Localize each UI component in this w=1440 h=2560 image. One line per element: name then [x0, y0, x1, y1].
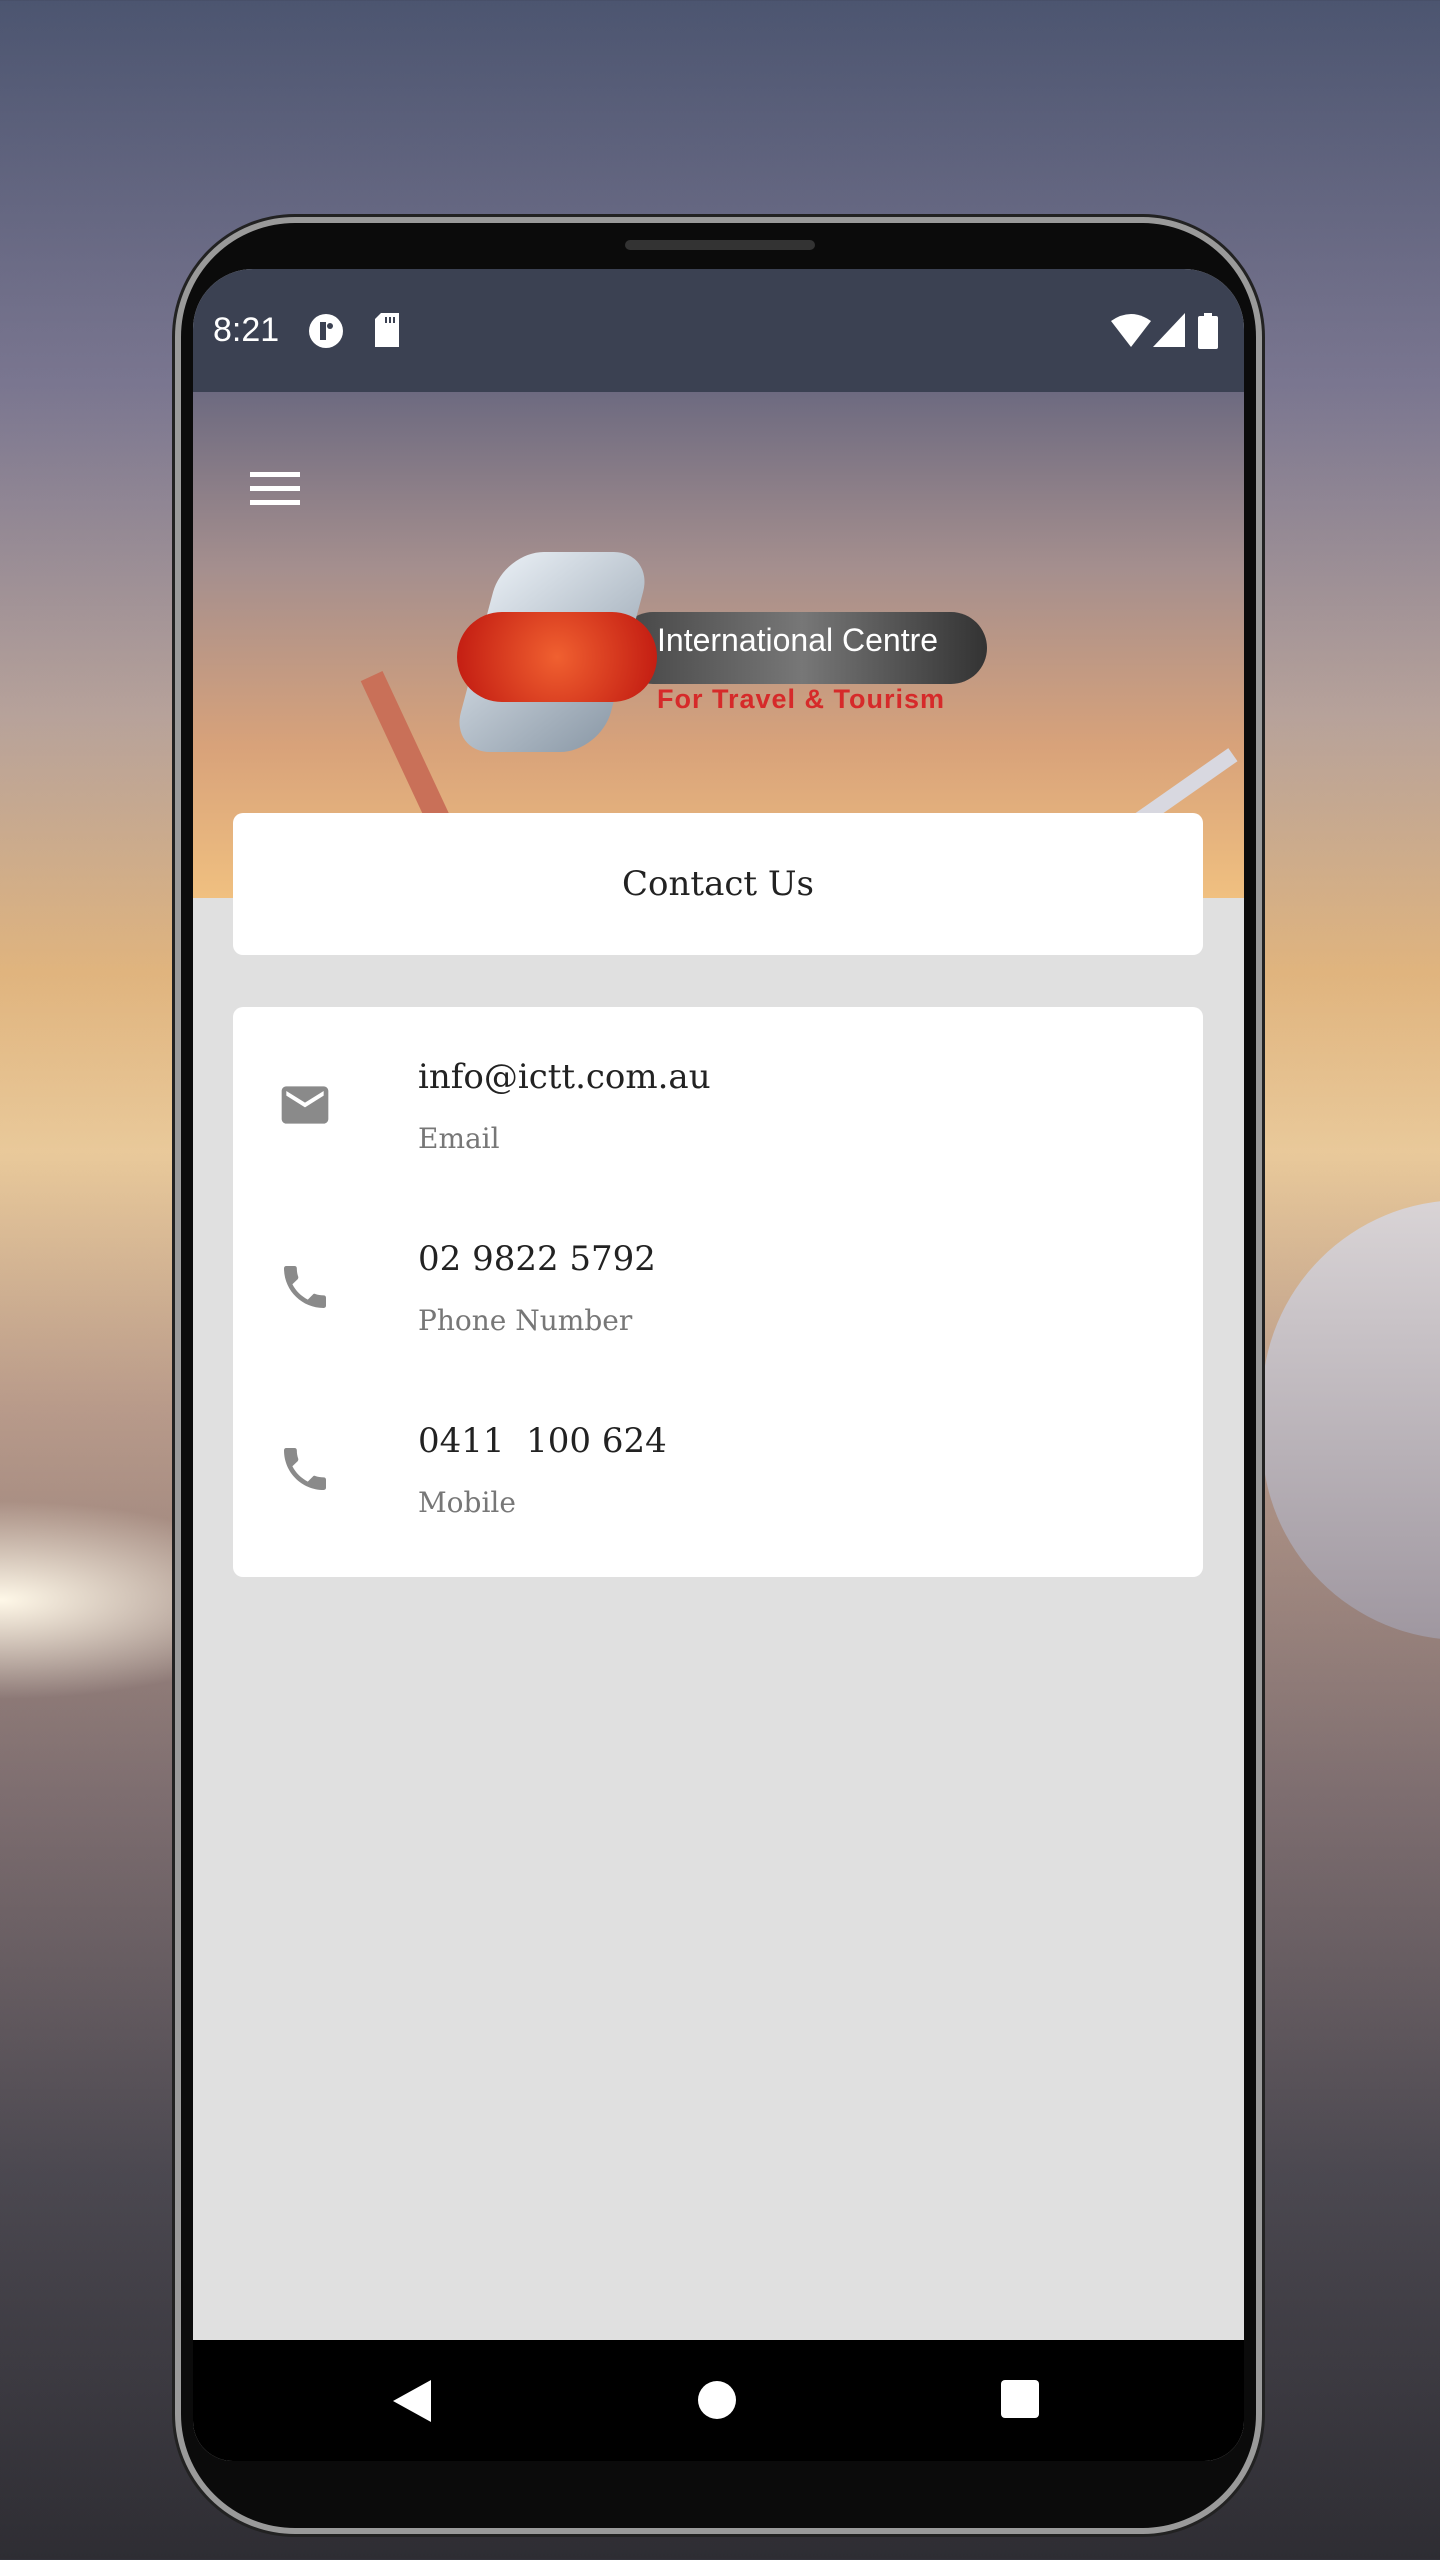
- mobile-value[interactable]: 0411 100 624: [418, 1421, 667, 1461]
- app-screen: 8:21 International Centre For Travel & T…: [193, 269, 1244, 2461]
- background-airplane: [1262, 1200, 1440, 1640]
- status-time: 8:21: [213, 311, 280, 349]
- email-icon: [281, 1086, 329, 1124]
- email-value[interactable]: info@ictt.com.au: [418, 1057, 711, 1097]
- contact-phone-row[interactable]: 02 9822 5792 Phone Number: [233, 1239, 1203, 1399]
- back-icon[interactable]: [393, 2380, 431, 2422]
- hamburger-icon[interactable]: [250, 472, 300, 508]
- logo-line2: For Travel & Tourism: [657, 684, 946, 714]
- phone-value[interactable]: 02 9822 5792: [418, 1239, 656, 1279]
- phone-icon: [284, 1448, 326, 1490]
- wifi-icon: [1111, 314, 1151, 347]
- signal-icon: [1153, 313, 1185, 347]
- sd-card-icon: [375, 313, 399, 347]
- page-title: Contact Us: [622, 864, 814, 904]
- email-label: Email: [418, 1122, 500, 1155]
- phone-icon: [284, 1266, 326, 1308]
- home-icon[interactable]: [697, 2380, 737, 2420]
- logo-line1: International Centre: [657, 622, 939, 658]
- contact-list: info@ictt.com.au Email 02 9822 5792 Phon…: [233, 1007, 1203, 1577]
- recents-icon[interactable]: [1001, 2380, 1039, 2418]
- battery-icon: [1198, 313, 1218, 349]
- company-logo: International Centre For Travel & Touris…: [450, 542, 987, 772]
- status-bar: 8:21: [193, 269, 1244, 392]
- contact-mobile-row[interactable]: 0411 100 624 Mobile: [233, 1421, 1203, 1581]
- phone-label: Phone Number: [418, 1304, 633, 1337]
- page-title-card: Contact Us: [233, 813, 1203, 955]
- contact-email-row[interactable]: info@ictt.com.au Email: [233, 1057, 1203, 1217]
- notification-app-icon: [309, 314, 343, 348]
- phone-speaker: [625, 240, 815, 250]
- mobile-label: Mobile: [418, 1486, 516, 1519]
- navigation-bar: [193, 2340, 1244, 2461]
